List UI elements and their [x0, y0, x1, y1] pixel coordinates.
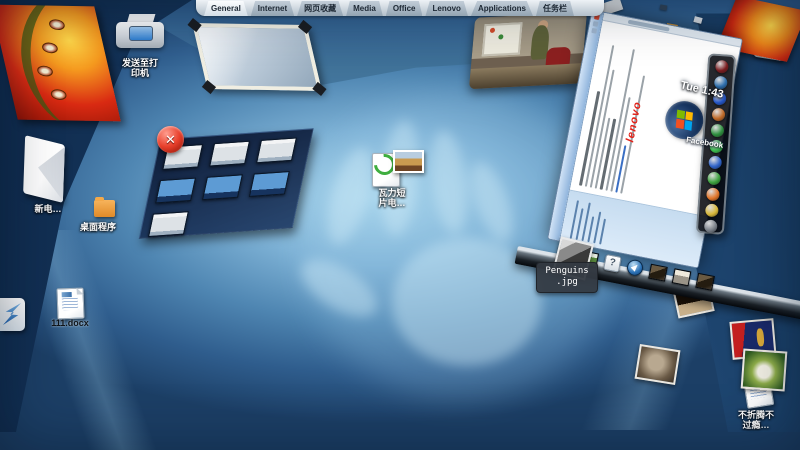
- penguins-filename-tooltip: Penguins .jpg: [536, 262, 598, 293]
- tab-5[interactable]: Office: [385, 1, 423, 16]
- poster-detail: [36, 65, 54, 77]
- media-label-line2: 片电…: [378, 198, 406, 209]
- whiteboard-widget[interactable]: [187, 17, 327, 97]
- dock-app-gold-icon[interactable]: [704, 203, 719, 218]
- media-file-icon[interactable]: [369, 149, 424, 188]
- window-thumbnail[interactable]: [248, 171, 290, 197]
- desktop-program-icon[interactable]: [94, 197, 115, 217]
- document-thumbnail: [61, 291, 72, 298]
- tab-label: Office: [392, 3, 416, 13]
- media-file-label: 瓦力短 片电…: [362, 188, 422, 209]
- poster-detail: [47, 19, 66, 31]
- dock-app-gray-icon[interactable]: [703, 219, 718, 234]
- tooltip-line1: Penguins: [545, 266, 589, 276]
- notoss-label-line1: 不折腾不: [737, 410, 774, 420]
- dock-app-amber-icon[interactable]: [711, 107, 725, 122]
- office-photo[interactable]: [468, 11, 588, 90]
- word-document-notoss-label: 不折腾不 过瘾…: [726, 410, 786, 431]
- icon-question[interactable]: ?: [603, 253, 622, 273]
- shelf-photo[interactable]: [671, 268, 692, 287]
- tab-1[interactable]: General: [204, 1, 248, 16]
- media-label-line1: 瓦力短: [378, 188, 406, 198]
- printer-label-line2: 印机: [130, 68, 149, 79]
- tab-label: Lenovo: [432, 3, 461, 13]
- send-to-printer-label: 发送至打 印机: [110, 58, 170, 79]
- printer-screen: [129, 26, 153, 41]
- category-tab-bar: General Internet 网页收藏 Media Office Lenovo Appl…: [196, 0, 604, 16]
- dock-app-green-sphere-icon[interactable]: [710, 123, 724, 138]
- media-file-thumbnail: [393, 150, 424, 173]
- dock-app-leaf-icon[interactable]: [706, 171, 721, 186]
- desktop-3d-room: General Internet 网页收藏 Media Office Lenovo Appl…: [0, 0, 800, 450]
- koala-photo[interactable]: [634, 344, 681, 385]
- window-thumbnail[interactable]: [209, 140, 251, 167]
- tab-label: General: [211, 3, 241, 13]
- new-email-icon[interactable]: [23, 135, 65, 203]
- maximize-button[interactable]: [592, 21, 599, 27]
- poster-detail: [49, 89, 68, 101]
- tab-7[interactable]: Applications: [470, 1, 533, 16]
- tab-8[interactable]: 任务栏: [535, 1, 574, 16]
- tab-label: Applications: [477, 3, 526, 13]
- tab-bar-tabs: General Internet 网页收藏 Media Office Lenovo Appl…: [204, 1, 596, 16]
- word-document-111-icon[interactable]: [56, 287, 85, 320]
- notoss-label-line2: 过瘾…: [742, 420, 770, 431]
- thunder-app-icon[interactable]: [0, 298, 25, 331]
- close-icon: ✕: [165, 132, 176, 147]
- window-thumbnail[interactable]: [202, 174, 243, 201]
- shelf-photo[interactable]: [648, 263, 668, 282]
- tab-label: 任务栏: [542, 3, 567, 13]
- doc-111-label-text: 111.docx: [51, 318, 89, 328]
- desktop-program-label-text: 桌面程序: [79, 222, 116, 232]
- icon-compass[interactable]: [625, 258, 645, 278]
- window-thumbnail[interactable]: [155, 177, 197, 204]
- tab-2[interactable]: Internet: [250, 1, 295, 16]
- desktop-program-label: 桌面程序: [70, 222, 126, 232]
- word-document-111-label: 111.docx: [42, 318, 98, 328]
- document-text-lines: [61, 297, 79, 311]
- windows-flag-icon: [675, 109, 693, 131]
- whiteboard-gloss: [197, 27, 317, 87]
- tab-4[interactable]: Media: [346, 1, 383, 16]
- envelope-flap: [25, 136, 65, 203]
- flower-photo[interactable]: [740, 348, 788, 392]
- photo-whiteboard: [481, 22, 523, 57]
- swallow-logo-icon: [3, 303, 21, 325]
- tab-3[interactable]: 网页收藏: [297, 1, 344, 16]
- poster-detail: [40, 42, 59, 54]
- new-email-label: 新电…: [26, 204, 70, 214]
- tab-label: 网页收藏: [304, 3, 337, 13]
- small-item[interactable]: [659, 4, 668, 11]
- tooltip-line2: .jpg: [556, 277, 578, 288]
- printer-label-line1: 发送至打: [121, 58, 158, 68]
- new-email-label-text: 新电…: [34, 204, 62, 214]
- tab-label: Internet: [257, 3, 288, 13]
- send-to-printer-icon[interactable]: [112, 14, 168, 58]
- window-thumbnail[interactable]: [147, 211, 189, 238]
- tab-6[interactable]: Lenovo: [425, 1, 468, 16]
- close-group-button[interactable]: ✕: [157, 126, 184, 153]
- dock-app-red-sphere-icon[interactable]: [714, 59, 729, 74]
- windows-orb-logo-icon: [662, 97, 707, 143]
- tab-label: Media: [353, 3, 376, 13]
- window-thumbnail[interactable]: [256, 137, 297, 164]
- dock-app-orange-ball-icon[interactable]: [705, 187, 720, 202]
- minimize-button[interactable]: [591, 27, 598, 34]
- shelf-photo[interactable]: [695, 272, 715, 291]
- dock-app-azure-icon[interactable]: [707, 155, 722, 170]
